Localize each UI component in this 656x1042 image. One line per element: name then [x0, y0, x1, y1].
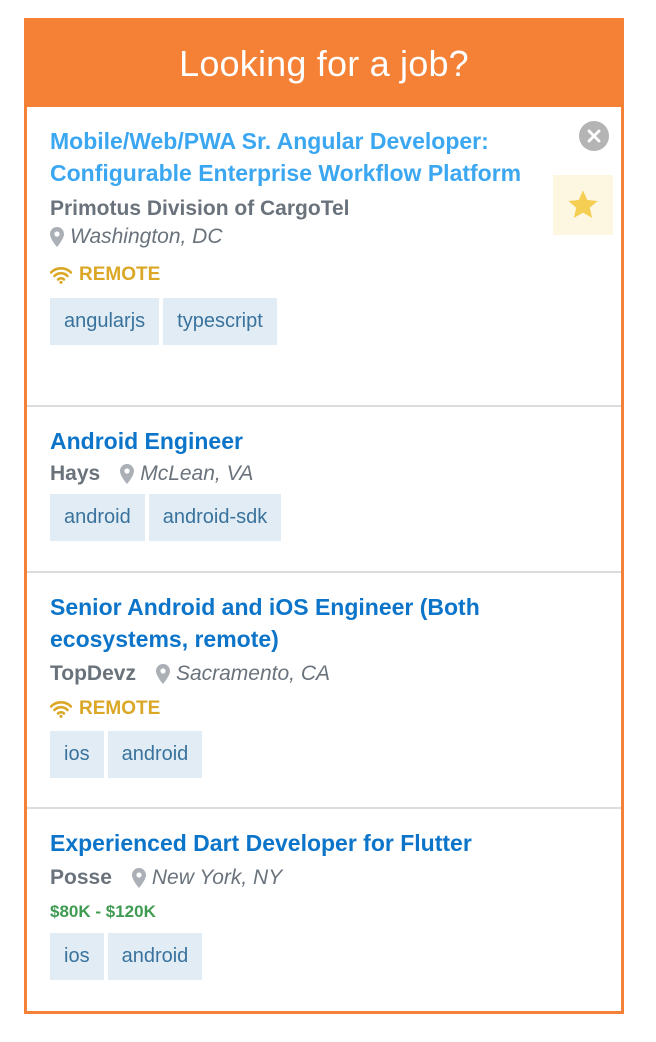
favorite-button[interactable]	[553, 175, 613, 235]
close-icon	[587, 129, 601, 143]
job-title-link[interactable]: Experienced Dart Developer for Flutter	[50, 827, 597, 859]
company-name: Primotus Division of CargoTel	[50, 197, 350, 220]
tag[interactable]: android	[50, 494, 145, 541]
location-pin-icon	[120, 464, 135, 484]
salary-range: $80K - $120K	[50, 902, 156, 921]
remote-badge: REMOTE	[50, 264, 597, 286]
tag[interactable]: android	[107, 731, 203, 778]
company-name: TopDevz	[50, 662, 136, 685]
dismiss-button[interactable]	[579, 121, 609, 151]
job-title-link[interactable]: Mobile/Web/PWA Sr. Angular Developer: Co…	[50, 125, 560, 189]
job-listing[interactable]: Experienced Dart Developer for Flutter P…	[27, 809, 621, 1009]
location-text: Washington, DC	[70, 225, 223, 248]
remote-label: REMOTE	[79, 264, 161, 285]
wifi-icon	[50, 701, 72, 718]
tag[interactable]: ios	[50, 731, 104, 778]
tag[interactable]: ios	[50, 933, 104, 980]
job-listing[interactable]: Android Engineer Hays McLean, VA android…	[27, 407, 621, 573]
location-text: New York, NY	[151, 866, 283, 889]
tag-list: ios android	[50, 731, 597, 778]
widget-title: Looking for a job?	[179, 42, 469, 84]
tag-list: angularjs typescript	[50, 298, 597, 345]
location-text: Sacramento, CA	[175, 662, 331, 685]
job-title-link[interactable]: Senior Android and iOS Engineer (Both ec…	[50, 591, 560, 655]
tag-list: ios android	[50, 933, 597, 980]
wifi-icon	[50, 267, 72, 284]
location-pin-icon	[155, 664, 170, 684]
tag[interactable]: android-sdk	[148, 494, 282, 541]
job-title-link[interactable]: Android Engineer	[50, 425, 597, 457]
job-listing[interactable]: Senior Android and iOS Engineer (Both ec…	[27, 573, 621, 809]
company-name: Hays	[50, 462, 101, 485]
star-icon	[568, 190, 598, 218]
job-location: New York, NY	[131, 866, 283, 890]
company-name: Posse	[50, 866, 112, 889]
job-ad-widget: Looking for a job? Mobile/Web/PWA Sr. An…	[24, 18, 624, 1014]
tag[interactable]: typescript	[163, 298, 277, 345]
job-listing[interactable]: Mobile/Web/PWA Sr. Angular Developer: Co…	[27, 107, 621, 407]
remote-badge: REMOTE	[50, 698, 597, 720]
tag-list: android android-sdk	[50, 494, 597, 541]
job-location: McLean, VA	[120, 462, 253, 486]
tag[interactable]: android	[107, 933, 203, 980]
widget-header: Looking for a job?	[26, 20, 622, 107]
remote-label: REMOTE	[79, 698, 161, 719]
location-text: McLean, VA	[140, 462, 254, 485]
tag[interactable]: angularjs	[50, 298, 160, 345]
job-location: Sacramento, CA	[155, 662, 331, 686]
job-location: Washington, DC	[50, 225, 223, 249]
location-pin-icon	[50, 227, 64, 247]
location-pin-icon	[131, 868, 146, 888]
